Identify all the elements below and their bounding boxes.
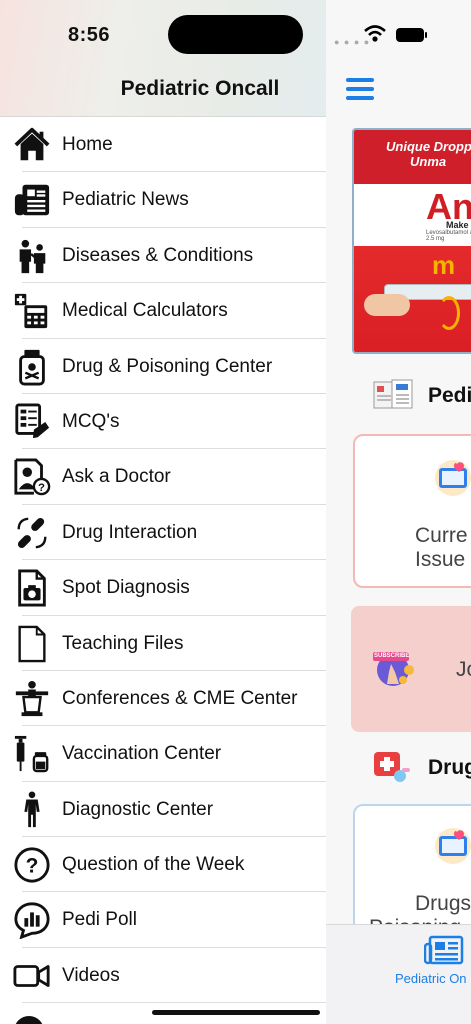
status-time: 8:56 bbox=[68, 24, 111, 46]
menu-item-medical-calculators[interactable]: Medical Calculators bbox=[0, 283, 326, 339]
banner-tagline: Make bbox=[446, 220, 469, 230]
newspaper-icon bbox=[14, 185, 50, 216]
hamburger-menu-icon[interactable] bbox=[346, 78, 374, 100]
status-icons: ● ● ● ● bbox=[326, 22, 471, 52]
arrow-icon bbox=[438, 296, 460, 330]
wifi-icon bbox=[364, 25, 386, 42]
poison-bottle-icon bbox=[19, 349, 45, 386]
menu-item-videos[interactable]: Videos bbox=[0, 948, 326, 1004]
drugs-poisoning-card[interactable]: Drugs Poisoning bbox=[353, 804, 471, 944]
drawer-title: Pediatric Oncall bbox=[120, 77, 280, 100]
syringe-vial-icon bbox=[14, 736, 49, 773]
video-camera-icon bbox=[13, 964, 50, 987]
menu-item-spot-diagnosis[interactable]: Spot Diagnosis bbox=[0, 560, 326, 616]
menu-item-label: Teaching Files bbox=[62, 632, 184, 654]
menu-item-mcqs[interactable]: MCQ's bbox=[0, 394, 326, 450]
menu-item-label: Question of the Week bbox=[62, 854, 245, 876]
human-body-icon bbox=[24, 791, 40, 827]
newspaper-color-icon bbox=[373, 379, 413, 409]
menu-item-home[interactable]: Home bbox=[0, 117, 326, 173]
section-title-drug: Drug bbox=[428, 756, 471, 779]
dynamic-island bbox=[168, 15, 303, 54]
monitor-heart-icon bbox=[435, 460, 471, 496]
menu-item-label: Drug & Poisoning Center bbox=[62, 355, 273, 377]
calculator-icon bbox=[14, 294, 48, 329]
section-title-news: Pedi bbox=[428, 384, 471, 407]
current-issue-line-2: Issue bbox=[415, 548, 466, 571]
question-circle-icon: ? bbox=[14, 847, 50, 883]
menu-item-label: Diagnostic Center bbox=[62, 798, 214, 820]
menu-item-question-week[interactable]: ? Question of the Week bbox=[0, 837, 326, 893]
quiz-document-icon bbox=[15, 403, 50, 439]
navigation-drawer: 8:56 Pediatric Oncall Home Pediatric New… bbox=[0, 0, 326, 1024]
banner-headline-1: Unique Dropp bbox=[386, 139, 471, 154]
menu-item-label: Pedi Poll bbox=[62, 909, 137, 931]
ask-doctor-icon: ? bbox=[14, 458, 51, 496]
svg-text:?: ? bbox=[38, 482, 45, 494]
battery-icon bbox=[396, 28, 427, 42]
join-label: Jo bbox=[456, 658, 471, 681]
menu-item-label: Videos bbox=[62, 964, 120, 986]
menu-item-diagnostic[interactable]: Diagnostic Center bbox=[0, 782, 326, 838]
menu-item-vaccination[interactable]: Vaccination Center bbox=[0, 726, 326, 782]
menu-item-ask-doctor[interactable]: ? Ask a Doctor bbox=[0, 449, 326, 505]
menu-item-conferences[interactable]: Conferences & CME Center bbox=[0, 671, 326, 727]
first-aid-kit-icon bbox=[374, 752, 410, 782]
camera-file-icon bbox=[18, 569, 46, 607]
file-icon bbox=[18, 625, 46, 662]
menu-item-diseases-conditions[interactable]: Diseases & Conditions bbox=[0, 228, 326, 284]
tab-bar: Pediatric On bbox=[326, 924, 471, 1024]
doctor-patient-icon bbox=[19, 239, 46, 273]
menu-item-drug-interaction[interactable]: Drug Interaction bbox=[0, 505, 326, 561]
menu-item-label: MCQ's bbox=[62, 410, 120, 432]
banner-headline-2: Unma bbox=[410, 154, 447, 169]
menu-item-pedi-poll[interactable]: Pedi Poll bbox=[0, 892, 326, 948]
menu-item-label: Spot Diagnosis bbox=[62, 577, 190, 599]
menu-item-label: Pediatric News bbox=[62, 189, 189, 211]
menu-item-label: Vaccination Center bbox=[62, 743, 222, 765]
subscribe-card[interactable]: SUBSCRIBE Jo bbox=[351, 606, 471, 732]
banner-brand-sub: Levosalbutamol & 2.5 mg bbox=[426, 230, 471, 242]
menu-item-drug-poisoning[interactable]: Drug & Poisoning Center bbox=[0, 339, 326, 394]
finger-image bbox=[364, 294, 410, 316]
menu-item-label: Conferences & CME Center bbox=[62, 687, 298, 709]
monitor-heart-icon bbox=[435, 828, 471, 864]
drawer-menu: Home Pediatric News Diseases & Condition… bbox=[0, 117, 326, 1004]
subscribe-badge: SUBSCRIBE bbox=[374, 653, 410, 659]
menu-item-teaching-files[interactable]: Teaching Files bbox=[0, 616, 326, 671]
main-content: ● ● ● ● Unique Dropp Unma An Make Levosa… bbox=[326, 0, 471, 1024]
podium-icon bbox=[15, 680, 49, 717]
home-icon bbox=[14, 127, 50, 161]
menu-item-label: Ask a Doctor bbox=[62, 466, 171, 488]
menu-item-label: Home bbox=[62, 134, 113, 155]
ad-banner[interactable]: Unique Dropp Unma An Make Levosalbutamol… bbox=[352, 128, 471, 354]
drugs-line-1: Drugs bbox=[415, 892, 471, 915]
drawer-header: 8:56 Pediatric Oncall bbox=[0, 0, 326, 117]
current-issue-line-1: Curre bbox=[415, 524, 468, 547]
tab-news-icon[interactable] bbox=[424, 935, 464, 967]
next-menu-icon-partial bbox=[14, 1016, 44, 1024]
current-issue-card[interactable]: Curre Issue bbox=[353, 434, 471, 588]
banner-image: m bbox=[354, 246, 471, 352]
menu-item-label: Drug Interaction bbox=[62, 521, 198, 543]
svg-text:?: ? bbox=[26, 855, 39, 878]
poll-bubble-icon bbox=[14, 902, 50, 940]
menu-item-pediatric-news[interactable]: Pediatric News bbox=[0, 172, 326, 228]
tab-pediatric-oncall[interactable]: Pediatric On bbox=[395, 971, 467, 986]
menu-item-label: Diseases & Conditions bbox=[62, 244, 254, 266]
home-indicator bbox=[152, 1010, 320, 1015]
menu-item-label: Medical Calculators bbox=[62, 300, 228, 322]
pills-cycle-icon bbox=[17, 517, 47, 549]
divider bbox=[22, 1002, 326, 1004]
arch-logo-icon: m bbox=[432, 250, 456, 280]
